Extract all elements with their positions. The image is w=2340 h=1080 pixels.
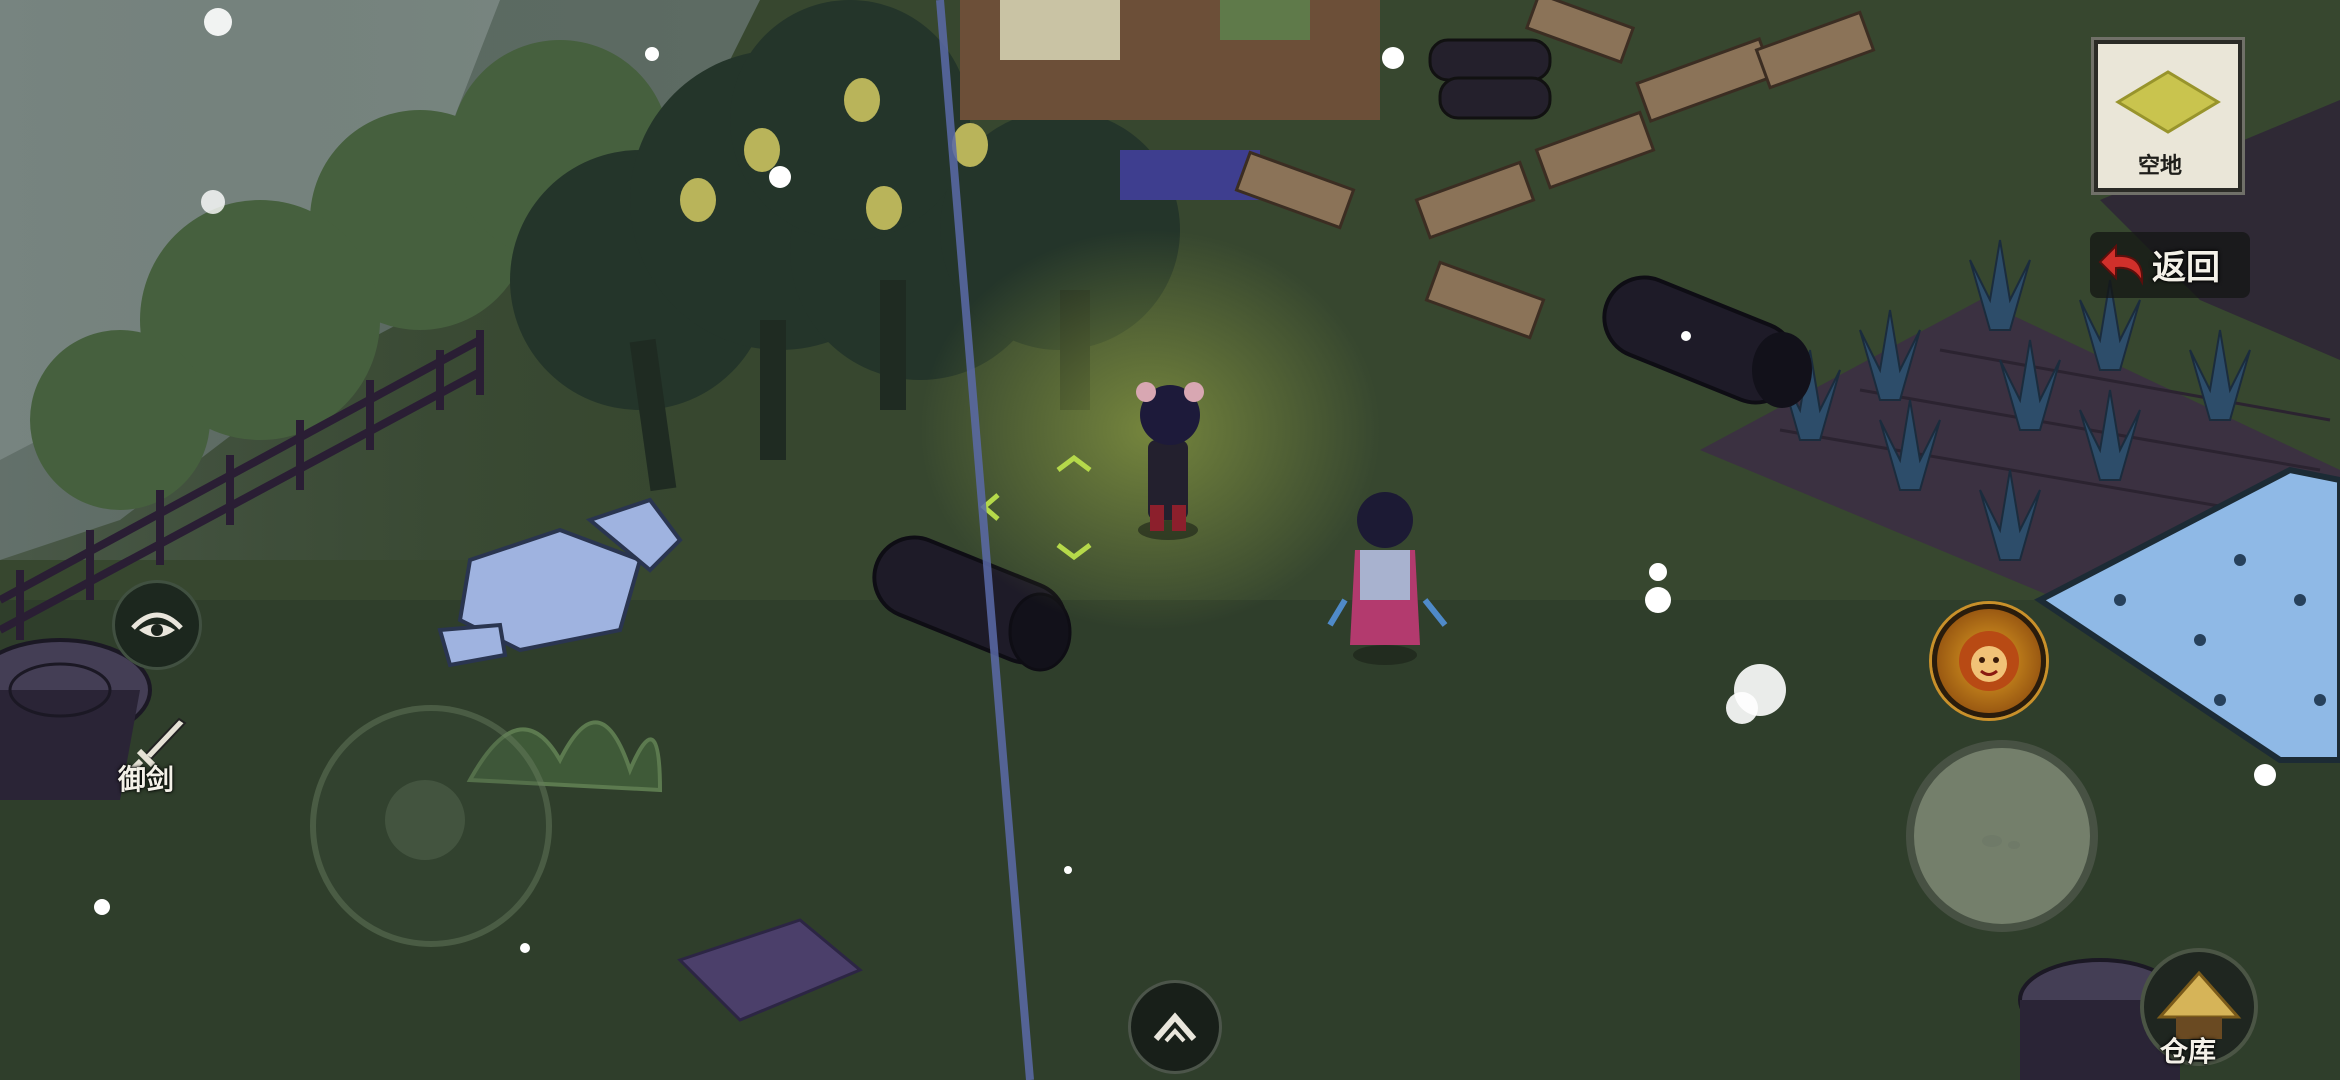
skill-button[interactable] [1932, 604, 2046, 718]
eye-icon [131, 612, 183, 637]
chevron-up-icon [1153, 1012, 1197, 1043]
action-circle-icon [1982, 835, 2020, 849]
sword-flight-label: 御剑 [118, 763, 175, 796]
back-arrow-icon [2098, 243, 2144, 286]
joystick-knob[interactable] [385, 780, 465, 860]
tile-info-label: 空地 [2138, 153, 2183, 179]
storage-label: 仓库 [2160, 1035, 2217, 1068]
lion-mask-icon [1959, 631, 2019, 691]
game-viewport[interactable]: 御剑 空地 返回 仓库 [0, 0, 2340, 1080]
back-label: 返回 [2152, 248, 2220, 288]
empty-plot-icon [2115, 70, 2221, 134]
action-button[interactable] [1906, 740, 2098, 932]
expand-menu-button[interactable] [1128, 980, 1222, 1074]
view-toggle-button[interactable] [112, 580, 202, 670]
